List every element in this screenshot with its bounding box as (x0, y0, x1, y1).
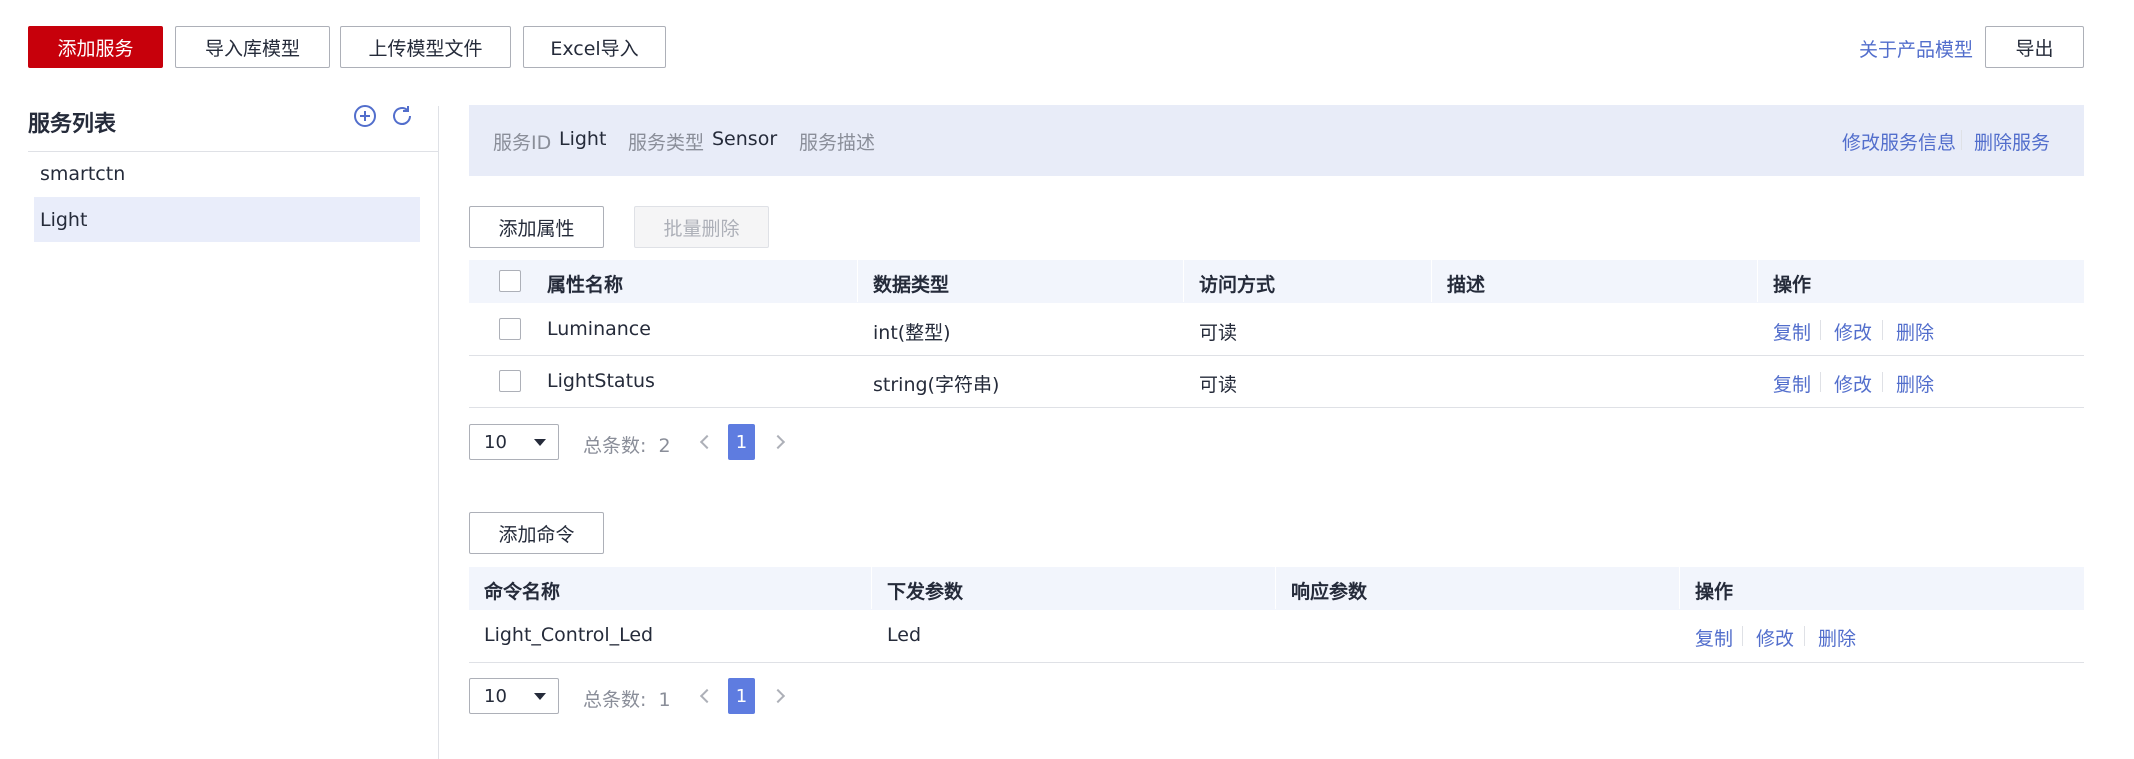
column-divider (1431, 260, 1432, 302)
link-separator (1961, 130, 1962, 150)
property-data-type: int(整型) (873, 322, 951, 344)
command-request-params: Led (887, 624, 922, 646)
service-type-value: Sensor (712, 128, 778, 150)
column-divider (1183, 260, 1184, 302)
column-header-actions: 操作 (1773, 274, 1812, 296)
caret-down-icon (534, 439, 546, 446)
sidebar-item-label: Light (40, 208, 88, 231)
link-separator (1882, 320, 1883, 340)
chevron-right-icon[interactable] (770, 434, 786, 450)
total-count-label: 总条数: 2 (583, 431, 671, 458)
add-service-button[interactable]: 添加服务 (28, 26, 163, 68)
add-command-button[interactable]: 添加命令 (469, 512, 604, 554)
properties-table-header (469, 260, 2084, 303)
row-divider (469, 407, 2084, 408)
commands-table-header (469, 567, 2084, 610)
column-divider (1679, 567, 1680, 609)
row-checkbox[interactable] (499, 370, 521, 392)
column-header-property-name: 属性名称 (547, 274, 624, 296)
about-product-model-link[interactable]: 关于产品模型 (1859, 35, 1973, 62)
add-circle-icon[interactable] (353, 104, 377, 128)
delete-link[interactable]: 删除 (1896, 370, 1934, 397)
copy-link[interactable]: 复制 (1773, 370, 1811, 397)
total-label-text: 总条数: (583, 435, 647, 457)
chevron-left-icon[interactable] (699, 688, 715, 704)
delete-link[interactable]: 删除 (1818, 624, 1856, 651)
sidebar-item-label: smartctn (40, 163, 126, 185)
row-divider (469, 662, 2084, 663)
service-desc-label: 服务描述 (799, 132, 876, 154)
export-button[interactable]: 导出 (1985, 26, 2084, 68)
column-divider (1275, 567, 1276, 609)
column-header-actions: 操作 (1695, 581, 1734, 603)
column-header-description: 描述 (1447, 274, 1486, 296)
page-size-value: 10 (484, 431, 507, 453)
column-divider (857, 260, 858, 302)
modify-link[interactable]: 修改 (1756, 624, 1794, 651)
import-library-model-button[interactable]: 导入库模型 (175, 26, 330, 68)
modify-link[interactable]: 修改 (1834, 370, 1872, 397)
page-number-active[interactable]: 1 (728, 424, 755, 460)
column-divider (871, 567, 872, 609)
total-count-value: 1 (658, 689, 671, 711)
column-header-response-params: 响应参数 (1291, 581, 1368, 603)
column-divider (1757, 260, 1758, 302)
page-size-value: 10 (484, 685, 507, 707)
row-divider (469, 355, 2084, 356)
delete-service-link[interactable]: 删除服务 (1974, 128, 2050, 155)
upload-model-file-button[interactable]: 上传模型文件 (340, 26, 511, 68)
link-separator (1820, 372, 1821, 392)
column-header-access: 访问方式 (1199, 274, 1276, 296)
total-count-value: 2 (658, 435, 671, 457)
property-access: 可读 (1199, 374, 1238, 396)
link-separator (1804, 626, 1805, 646)
modify-service-info-link[interactable]: 修改服务信息 (1842, 128, 1956, 155)
link-separator (1882, 372, 1883, 392)
service-list-title: 服务列表 (28, 112, 117, 137)
select-all-checkbox[interactable] (499, 270, 521, 292)
sidebar-item-light[interactable]: Light (34, 197, 420, 242)
modify-link[interactable]: 修改 (1834, 318, 1872, 345)
add-property-button[interactable]: 添加属性 (469, 206, 604, 248)
command-name: Light_Control_Led (484, 624, 654, 646)
link-separator (1820, 320, 1821, 340)
column-header-data-type: 数据类型 (873, 274, 950, 296)
total-count-label: 总条数: 1 (583, 685, 671, 712)
property-name: Luminance (547, 318, 651, 340)
column-header-command-name: 命令名称 (484, 581, 561, 603)
excel-import-button[interactable]: Excel导入 (523, 26, 666, 68)
row-checkbox[interactable] (499, 318, 521, 340)
copy-link[interactable]: 复制 (1773, 318, 1811, 345)
service-id-label: 服务ID (493, 132, 552, 154)
service-type-label: 服务类型 (628, 132, 705, 154)
delete-link[interactable]: 删除 (1896, 318, 1934, 345)
property-name: LightStatus (547, 370, 655, 392)
chevron-right-icon[interactable] (770, 688, 786, 704)
page-number-active[interactable]: 1 (728, 678, 755, 714)
total-label-text: 总条数: (583, 689, 647, 711)
service-id-value: Light (559, 128, 607, 150)
sidebar-border (438, 106, 439, 759)
property-data-type: string(字符串) (873, 374, 1000, 396)
sidebar-item-smartctn[interactable]: smartctn (34, 153, 420, 195)
column-header-request-params: 下发参数 (887, 581, 964, 603)
chevron-left-icon[interactable] (699, 434, 715, 450)
property-access: 可读 (1199, 322, 1238, 344)
caret-down-icon (534, 693, 546, 700)
page-size-select[interactable]: 10 (469, 424, 559, 460)
copy-link[interactable]: 复制 (1695, 624, 1733, 651)
refresh-icon[interactable] (390, 104, 414, 128)
batch-delete-button: 批量删除 (634, 206, 769, 248)
link-separator (1742, 626, 1743, 646)
page-size-select[interactable]: 10 (469, 678, 559, 714)
sidebar-divider (28, 151, 438, 152)
